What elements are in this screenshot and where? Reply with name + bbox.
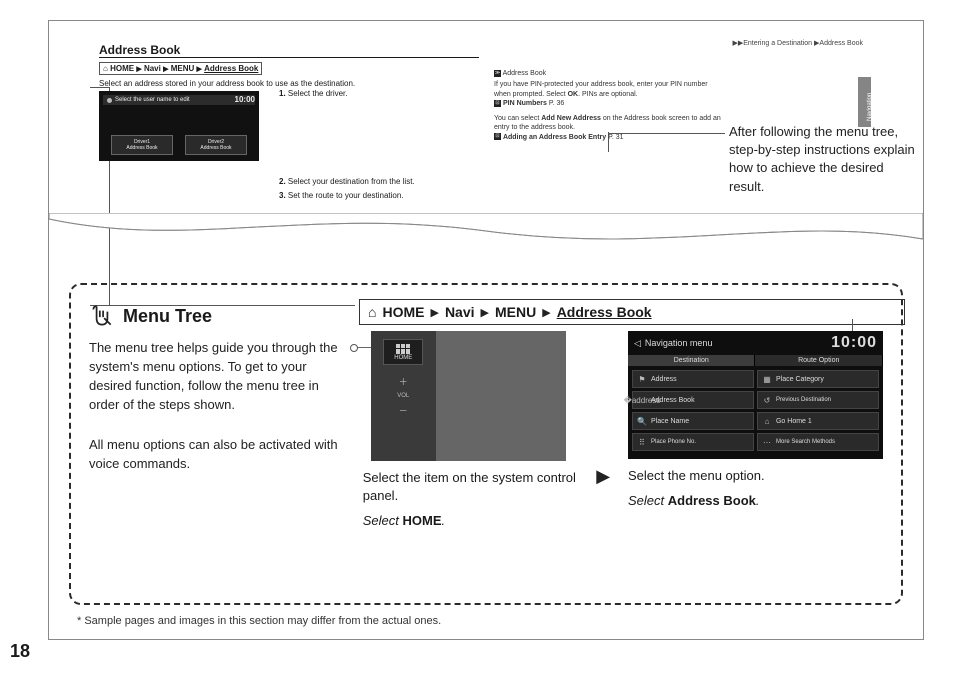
- nav-caption: Select the menu option.: [628, 467, 883, 485]
- back-icon: [107, 98, 112, 103]
- nav-step-column: ◁ Navigation menu 10:00 Destination Rout…: [628, 303, 883, 589]
- info-sidebar: ≫ Address Book If you have PIN-protected…: [494, 69, 724, 142]
- page-frame: ▶▶Entering a Destination ▶Address Book N…: [48, 20, 924, 640]
- section-heading: Address Book: [99, 41, 479, 58]
- menu-tree-crumb: ⌂ HOME ▶ Navi ▶ MENU ▶ Address Book: [99, 58, 873, 76]
- screenshot-select-driver: Select the user name to edit 10:00 Drive…: [99, 91, 259, 161]
- search-icon: 🔍: [637, 416, 647, 426]
- grid-icon: [396, 344, 410, 354]
- driver2-button[interactable]: Driver2 Address Book: [185, 135, 247, 155]
- history-icon: ↺: [762, 395, 772, 405]
- panel-action: Select HOME.: [363, 513, 579, 528]
- running-header: ▶▶Entering a Destination ▶Address Book: [732, 39, 863, 47]
- menu-item-place-phone[interactable]: ⠿Place Phone No.: [632, 433, 754, 451]
- leader-line: [355, 347, 371, 348]
- home-button[interactable]: HOME: [383, 339, 423, 365]
- tab-route-option[interactable]: Route Option: [755, 355, 883, 366]
- category-icon: ▦: [762, 374, 772, 384]
- menu-item-previous-destination[interactable]: ↺Previous Destination: [757, 391, 879, 409]
- volume-icon: VOL: [397, 393, 409, 399]
- panel-caption: Select the item on the system control pa…: [363, 469, 579, 505]
- menu-item-address-book[interactable]: �addressAddress Book: [632, 391, 754, 409]
- home-icon: ⌂: [762, 416, 772, 426]
- menu-item-place-category[interactable]: ▦Place Category: [757, 370, 879, 388]
- chevron-right-icon: ▶: [136, 66, 141, 73]
- ref-icon: ⊡: [494, 100, 501, 107]
- nav-action: Select Address Book.: [628, 493, 883, 508]
- menu-item-place-name[interactable]: 🔍Place Name: [632, 412, 754, 430]
- minus-icon: －: [399, 404, 408, 417]
- chevron-right-icon: ▶: [163, 66, 168, 73]
- panel-step-column: HOME ＋ VOL － Select the item on the syst…: [363, 303, 579, 589]
- side-tab-navigation: Navigation: [858, 77, 871, 127]
- menu-item-more-search[interactable]: ⋯More Search Methods: [757, 433, 879, 451]
- explanation-paragraph: The menu tree helps guide you through th…: [89, 339, 349, 414]
- page-number: 18: [10, 641, 30, 662]
- plus-icon: ＋: [399, 375, 408, 388]
- driver1-button[interactable]: Driver1 Address Book: [111, 135, 173, 155]
- flag-icon: ⚑: [637, 374, 647, 384]
- chevron-right-icon: ▶: [197, 66, 202, 73]
- explanation-box: Menu Tree The menu tree helps guide you …: [69, 283, 903, 605]
- home-icon: ⌂: [103, 64, 108, 73]
- screenshot-control-panel: HOME ＋ VOL －: [371, 331, 566, 461]
- pointer-icon: [89, 303, 115, 329]
- back-icon[interactable]: ◁: [634, 338, 641, 349]
- ref-icon: ⊡: [494, 133, 501, 140]
- menu-tree-heading: Menu Tree: [89, 303, 349, 329]
- footnote: * Sample pages and images in this sectio…: [77, 615, 441, 627]
- clock-readout: 10:00: [235, 95, 255, 104]
- explanation-paragraph: All menu options can also be activated w…: [89, 436, 349, 474]
- book-icon: �address: [637, 395, 647, 405]
- clock-readout: 10:00: [831, 334, 877, 352]
- keypad-icon: ⠿: [637, 437, 647, 447]
- menu-item-address[interactable]: ⚑Address: [632, 370, 754, 388]
- screenshot-navigation-menu: ◁ Navigation menu 10:00 Destination Rout…: [628, 331, 883, 459]
- flow-arrow-icon: ▶: [592, 303, 614, 589]
- section-intro: Select an address stored in your address…: [99, 79, 479, 88]
- menu-item-go-home[interactable]: ⌂Go Home 1: [757, 412, 879, 430]
- torn-edge: [49, 213, 923, 253]
- callout-text: After following the menu tree, step-by-s…: [729, 123, 919, 196]
- leader-line: [852, 319, 853, 331]
- step-list: 1. Select the driver. 2. Select your des…: [279, 89, 464, 201]
- tab-destination[interactable]: Destination: [628, 355, 756, 366]
- explanation-text-column: Menu Tree The menu tree helps guide you …: [89, 303, 349, 589]
- info-icon: ≫: [494, 70, 501, 77]
- more-icon: ⋯: [762, 437, 772, 447]
